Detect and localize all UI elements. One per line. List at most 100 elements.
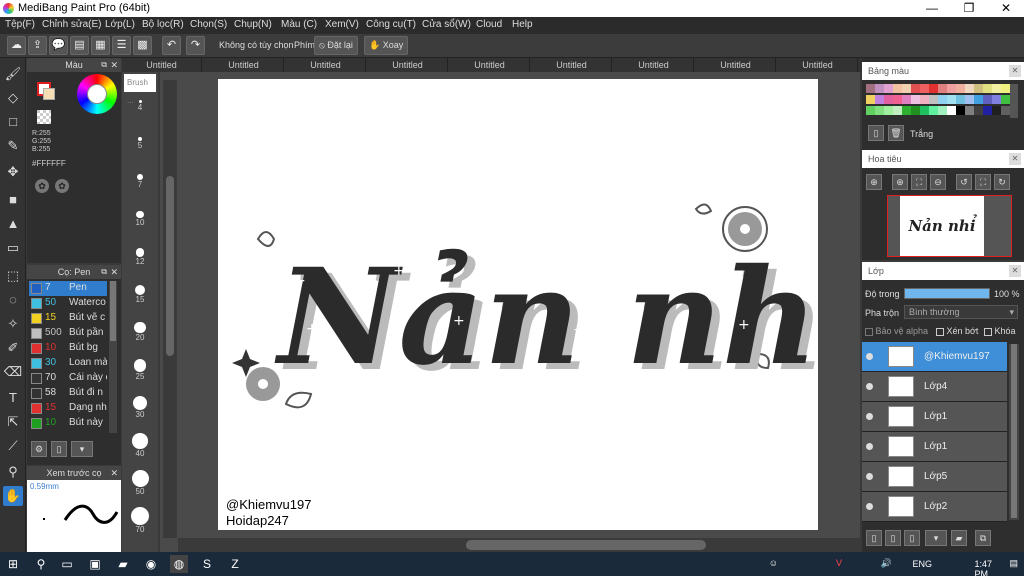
palette-swatch[interactable] (956, 84, 965, 93)
search-icon[interactable]: ⚲ (32, 555, 50, 573)
palette-swatch[interactable] (938, 106, 947, 115)
close-button[interactable]: ✕ (989, 0, 1023, 17)
palette-swatch[interactable] (875, 106, 884, 115)
brush-size-option[interactable]: 5 (125, 137, 155, 150)
palette-swatch[interactable] (893, 95, 902, 104)
brush-size-option[interactable]: 70 (125, 507, 155, 534)
tab-document[interactable]: Untitled (532, 58, 612, 72)
palette-swatch[interactable] (947, 95, 956, 104)
skype-icon[interactable]: S (198, 555, 216, 573)
layer-scroll-thumb[interactable] (1011, 344, 1017, 518)
brush-item[interactable]: 10 Bút bg (29, 341, 107, 356)
operation-tool-icon[interactable]: ⇱ (3, 412, 23, 432)
palette-swatch[interactable] (974, 106, 983, 115)
brush-size-option[interactable]: 25 (125, 359, 155, 381)
palette-swatch[interactable] (884, 106, 893, 115)
merge-layer-icon[interactable]: ⧉ (975, 530, 991, 546)
palette-swatch[interactable] (893, 106, 902, 115)
document-icon[interactable]: ▦ (91, 36, 110, 55)
horizontal-scrollbar[interactable] (178, 538, 860, 552)
palette-swatch[interactable] (929, 106, 938, 115)
text-tool-icon[interactable]: T (3, 388, 23, 408)
tab-document[interactable]: Untitled (614, 58, 694, 72)
select-eraser-icon[interactable]: ⌫ (3, 362, 23, 382)
file-explorer-icon[interactable]: ▰ (114, 555, 132, 573)
menu-window[interactable]: Cửa sổ(W) (422, 19, 471, 30)
eyedropper-tool-icon[interactable]: ⚲ (3, 462, 23, 482)
palette-swatch[interactable] (911, 106, 920, 115)
drawing-canvas[interactable]: Nản nhỉ Nản nhỉ + + + + + + + + @Khiemvu197 H… (218, 79, 818, 530)
palette-swatch[interactable] (920, 95, 929, 104)
select-pen-icon[interactable]: ✐ (3, 338, 23, 358)
shape-tool-icon[interactable]: ■ (3, 190, 23, 210)
tab-document[interactable]: Untitled (368, 58, 448, 72)
message-icon[interactable]: ▤ (70, 36, 89, 55)
palette-swatch[interactable] (884, 95, 893, 104)
brush-size-option[interactable]: 40 (125, 433, 155, 458)
close-icon[interactable]: ✕ (110, 265, 118, 279)
pin-icon[interactable]: ⧉ (101, 58, 107, 72)
brush-item[interactable]: 7 Pen (29, 281, 107, 296)
palette-swatch[interactable] (938, 84, 947, 93)
menu-tools[interactable]: Công cụ(T) (366, 19, 416, 30)
palette-swatch[interactable] (992, 95, 1001, 104)
folder-icon[interactable]: ▰ (951, 530, 967, 546)
secondary-color-swatch[interactable] (43, 88, 55, 100)
brush-item[interactable]: 70 Cái này c (29, 371, 107, 386)
palette-swatch[interactable] (902, 106, 911, 115)
visibility-icon[interactable] (866, 413, 873, 420)
zoom-out-icon[interactable]: ⊖ (930, 174, 946, 190)
opacity-slider[interactable] (904, 288, 990, 299)
brush-size-option[interactable]: 50 (125, 470, 155, 496)
menu-color[interactable]: Màu (C) (281, 19, 317, 30)
medibang-icon[interactable]: ◍ (170, 555, 188, 573)
menu-edit[interactable]: Chỉnh sửa(E) (42, 19, 102, 30)
brush-item[interactable]: 58 Bút đi n (29, 386, 107, 401)
fit-icon[interactable]: ⛶ (911, 174, 927, 190)
visibility-icon[interactable] (866, 473, 873, 480)
move-tool-icon[interactable]: ✥ (3, 162, 23, 182)
brush-size-option[interactable]: 12 (125, 248, 155, 266)
palette-swatch[interactable] (956, 95, 965, 104)
brush-size-option[interactable]: 15 (125, 285, 155, 304)
zalo-icon[interactable]: Z (226, 555, 244, 573)
add-color-icon[interactable]: ▯ (868, 125, 884, 141)
menu-layer[interactable]: Lớp(L) (105, 19, 135, 30)
palette-swatch[interactable] (902, 95, 911, 104)
gradient-tool-icon[interactable]: ▭ (3, 238, 23, 258)
palette-swatch[interactable] (929, 95, 938, 104)
palette-swatch[interactable] (929, 84, 938, 93)
rotate-left-icon[interactable]: ↺ (956, 174, 972, 190)
vertical-scroll-thumb[interactable] (166, 176, 174, 356)
palette-swatch[interactable] (875, 95, 884, 104)
layer-scrollbar[interactable] (1009, 344, 1019, 520)
brush-size-option[interactable]: 7 (125, 174, 155, 189)
close-icon[interactable]: ✕ (110, 466, 118, 480)
duplicate-layer-icon[interactable]: ▯ (904, 530, 920, 546)
fullscreen-icon[interactable]: ⛶ (975, 174, 991, 190)
brush-item[interactable]: 50 Waterco (29, 296, 107, 311)
visibility-icon[interactable] (866, 503, 873, 510)
palette-swatch[interactable] (974, 84, 983, 93)
palette-swatch[interactable] (947, 106, 956, 115)
list-icon[interactable]: ☰ (112, 36, 131, 55)
palette-swatch[interactable] (875, 84, 884, 93)
layer-row[interactable]: Lớp5 (862, 462, 1007, 492)
task-view-icon[interactable]: ▭ (58, 555, 76, 573)
palette-swatch[interactable] (1001, 95, 1010, 104)
brush-size-option[interactable]: 30 (125, 396, 155, 419)
magic-wand-icon[interactable]: ✧ (3, 314, 23, 334)
cloud-icon[interactable]: ☁ (7, 36, 26, 55)
tab-document[interactable]: Untitled (450, 58, 530, 72)
notification-icon[interactable]: ▤ (1009, 558, 1018, 569)
store-icon[interactable]: ▣ (86, 555, 104, 573)
chrome-icon[interactable]: ◉ (142, 555, 160, 573)
eraser-tool-icon[interactable]: ◇ (3, 88, 23, 108)
redo-icon[interactable]: ↷ (186, 36, 205, 55)
menu-view[interactable]: Xem(V) (325, 19, 359, 30)
palette-swatch[interactable] (1001, 106, 1010, 115)
minimize-button[interactable]: — (915, 0, 949, 17)
palette-swatch[interactable] (893, 84, 902, 93)
zoom-plus-icon[interactable]: ⊕ (892, 174, 908, 190)
visibility-icon[interactable] (866, 383, 873, 390)
